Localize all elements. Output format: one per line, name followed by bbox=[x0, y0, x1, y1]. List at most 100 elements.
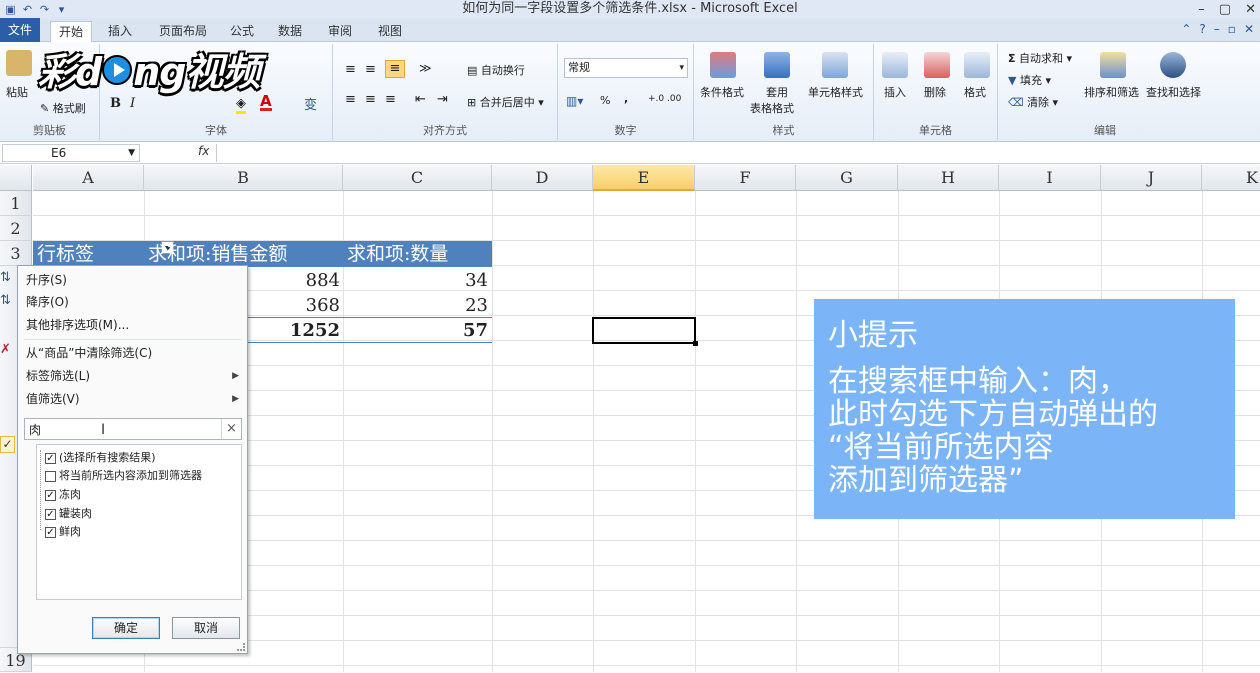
row-header-1[interactable]: 1 bbox=[0, 191, 32, 216]
find-select-button[interactable]: 查找和选择 bbox=[1146, 84, 1201, 100]
align-center-icon[interactable]: ≡ bbox=[365, 92, 376, 107]
increase-decimal-button[interactable]: +.0 .00 bbox=[648, 94, 681, 104]
conditional-format-button[interactable]: 条件格式 bbox=[700, 84, 744, 100]
fill-button[interactable]: ▼ 填充 ▾ bbox=[1008, 72, 1051, 88]
filter-item[interactable]: ✓ 冻肉 bbox=[45, 486, 81, 504]
close-icon[interactable]: ✕ bbox=[1245, 2, 1256, 17]
row-header-3[interactable]: 3 bbox=[0, 241, 32, 266]
restore-icon[interactable]: ▢ bbox=[1219, 2, 1231, 17]
conditional-format-icon[interactable] bbox=[710, 52, 736, 78]
filter-item-add-to-filter[interactable]: 将当前所选内容添加到筛选器 bbox=[45, 467, 202, 485]
menu-item-value-filter[interactable]: 值筛选(V) bbox=[26, 389, 80, 409]
binoculars-icon[interactable] bbox=[1160, 52, 1186, 78]
decrease-indent-icon[interactable]: ⇤ bbox=[415, 92, 426, 107]
paste-button[interactable]: 粘贴 bbox=[6, 84, 28, 100]
tab-home[interactable]: 开始 bbox=[50, 21, 93, 42]
align-right-icon[interactable]: ≡ bbox=[385, 92, 396, 107]
cell-styles-icon[interactable] bbox=[822, 52, 848, 78]
menu-item-sort-desc[interactable]: 降序(O) bbox=[26, 292, 69, 312]
clear-button[interactable]: ⌫ 清除 ▾ bbox=[1008, 94, 1058, 110]
formula-input[interactable] bbox=[216, 144, 1258, 162]
clear-search-button[interactable]: × bbox=[221, 419, 241, 439]
paste-icon[interactable] bbox=[6, 50, 32, 76]
delete-cells-icon[interactable] bbox=[924, 52, 950, 78]
delete-cells-button[interactable]: 删除 bbox=[924, 84, 946, 100]
menu-item-label-filter[interactable]: 标签筛选(L) bbox=[26, 366, 90, 386]
checkbox-checked-icon[interactable]: ✓ bbox=[45, 489, 56, 501]
percent-button[interactable]: % bbox=[600, 94, 610, 107]
comma-button[interactable]: , bbox=[624, 92, 628, 105]
filter-item[interactable]: ✓ 罐装肉 bbox=[45, 505, 92, 523]
fx-icon[interactable]: fx bbox=[198, 144, 209, 158]
name-box[interactable]: E6 ▼ bbox=[2, 144, 140, 162]
merge-center-button[interactable]: ⊞ 合并后居中 ▾ bbox=[467, 94, 544, 110]
menu-item-more-sort[interactable]: 其他排序选项(M)... bbox=[26, 315, 129, 335]
checkbox-checked-icon[interactable]: ✓ bbox=[45, 508, 56, 520]
pivot-cell[interactable]: 23 bbox=[343, 293, 488, 318]
active-cell-e6[interactable] bbox=[592, 317, 698, 346]
tab-data[interactable]: 数据 bbox=[270, 21, 310, 42]
column-header-b[interactable]: B bbox=[144, 165, 343, 191]
filter-item[interactable]: ✓ (选择所有搜索结果) bbox=[45, 449, 156, 467]
column-header-g[interactable]: G bbox=[796, 165, 898, 191]
tab-view[interactable]: 视图 bbox=[370, 21, 410, 42]
align-bottom-icon[interactable]: ≡ bbox=[385, 60, 405, 78]
minimize-ribbon-icon[interactable]: ⌃ bbox=[1181, 22, 1191, 36]
align-middle-icon[interactable]: ≡ bbox=[365, 62, 376, 77]
column-header-j[interactable]: J bbox=[1101, 165, 1202, 191]
format-painter-button[interactable]: ✎ 格式刷 bbox=[40, 100, 86, 116]
format-as-table-button[interactable]: 套用 bbox=[766, 84, 788, 100]
tab-review[interactable]: 审阅 bbox=[320, 21, 360, 42]
cell-styles-button[interactable]: 单元格样式 bbox=[808, 84, 863, 100]
pivot-cell[interactable]: 34 bbox=[343, 268, 488, 293]
row-header-2[interactable]: 2 bbox=[0, 216, 32, 241]
font-color-button[interactable]: A bbox=[260, 94, 272, 111]
format-cells-icon[interactable] bbox=[964, 52, 990, 78]
column-header-e[interactable]: E bbox=[593, 165, 695, 191]
column-header-a[interactable]: A bbox=[33, 165, 144, 191]
fill-color-button[interactable]: ◈ bbox=[236, 96, 246, 114]
ok-button[interactable]: 确定 bbox=[92, 617, 160, 639]
column-header-i[interactable]: I bbox=[999, 165, 1101, 191]
checkbox-checked-icon[interactable]: ✓ bbox=[45, 526, 56, 538]
orientation-icon[interactable]: ≫ bbox=[419, 61, 432, 75]
wrap-text-button[interactable]: ▤ 自动换行 bbox=[467, 62, 525, 78]
menu-item-sort-asc[interactable]: 升序(S) bbox=[26, 270, 67, 290]
window-minimize-icon[interactable]: – bbox=[1214, 22, 1220, 36]
select-all-corner[interactable] bbox=[0, 165, 32, 191]
window-restore-icon[interactable]: ▫ bbox=[1228, 22, 1236, 36]
sort-filter-button[interactable]: 排序和筛选 bbox=[1084, 84, 1139, 100]
align-left-icon[interactable]: ≡ bbox=[345, 92, 356, 107]
column-header-h[interactable]: H bbox=[898, 165, 999, 191]
filter-search-input[interactable]: 肉 I × bbox=[24, 418, 242, 440]
sort-filter-icon[interactable] bbox=[1100, 52, 1126, 78]
format-as-table-icon[interactable] bbox=[764, 52, 790, 78]
insert-cells-icon[interactable] bbox=[882, 52, 908, 78]
column-header-f[interactable]: F bbox=[695, 165, 796, 191]
column-header-c[interactable]: C bbox=[343, 165, 492, 191]
filter-item[interactable]: ✓ 鲜肉 bbox=[45, 523, 81, 541]
phonetic-button[interactable]: 变 bbox=[304, 94, 317, 113]
autosum-button[interactable]: Σ 自动求和 ▾ bbox=[1008, 50, 1072, 66]
tab-page-layout[interactable]: 页面布局 bbox=[151, 21, 215, 42]
currency-icon[interactable]: ▥▾ bbox=[566, 94, 583, 108]
bold-button[interactable]: B bbox=[110, 96, 121, 111]
checkbox-unchecked-icon[interactable] bbox=[45, 470, 56, 482]
align-top-icon[interactable]: ≡ bbox=[345, 62, 356, 77]
number-format-select[interactable]: 常规 ▾ bbox=[564, 58, 688, 78]
window-close-icon[interactable]: ✕ bbox=[1244, 22, 1254, 36]
resize-grip-icon[interactable] bbox=[237, 643, 245, 651]
help-icon[interactable]: ? bbox=[1199, 22, 1205, 36]
tab-file[interactable]: 文件 bbox=[0, 18, 40, 42]
insert-cells-button[interactable]: 插入 bbox=[884, 84, 906, 100]
tab-insert[interactable]: 插入 bbox=[100, 21, 140, 42]
format-cells-button[interactable]: 格式 bbox=[964, 84, 986, 100]
cancel-button[interactable]: 取消 bbox=[172, 617, 240, 639]
tab-formulas[interactable]: 公式 bbox=[222, 21, 262, 42]
increase-indent-icon[interactable]: ⇥ bbox=[437, 92, 448, 107]
minimize-icon[interactable]: – bbox=[1198, 2, 1205, 17]
menu-item-clear-filter[interactable]: 从“商品”中清除筛选(C) bbox=[26, 343, 152, 363]
pivot-total-cell[interactable]: 57 bbox=[343, 318, 488, 343]
column-header-d[interactable]: D bbox=[492, 165, 593, 191]
italic-button[interactable]: I bbox=[130, 96, 135, 111]
